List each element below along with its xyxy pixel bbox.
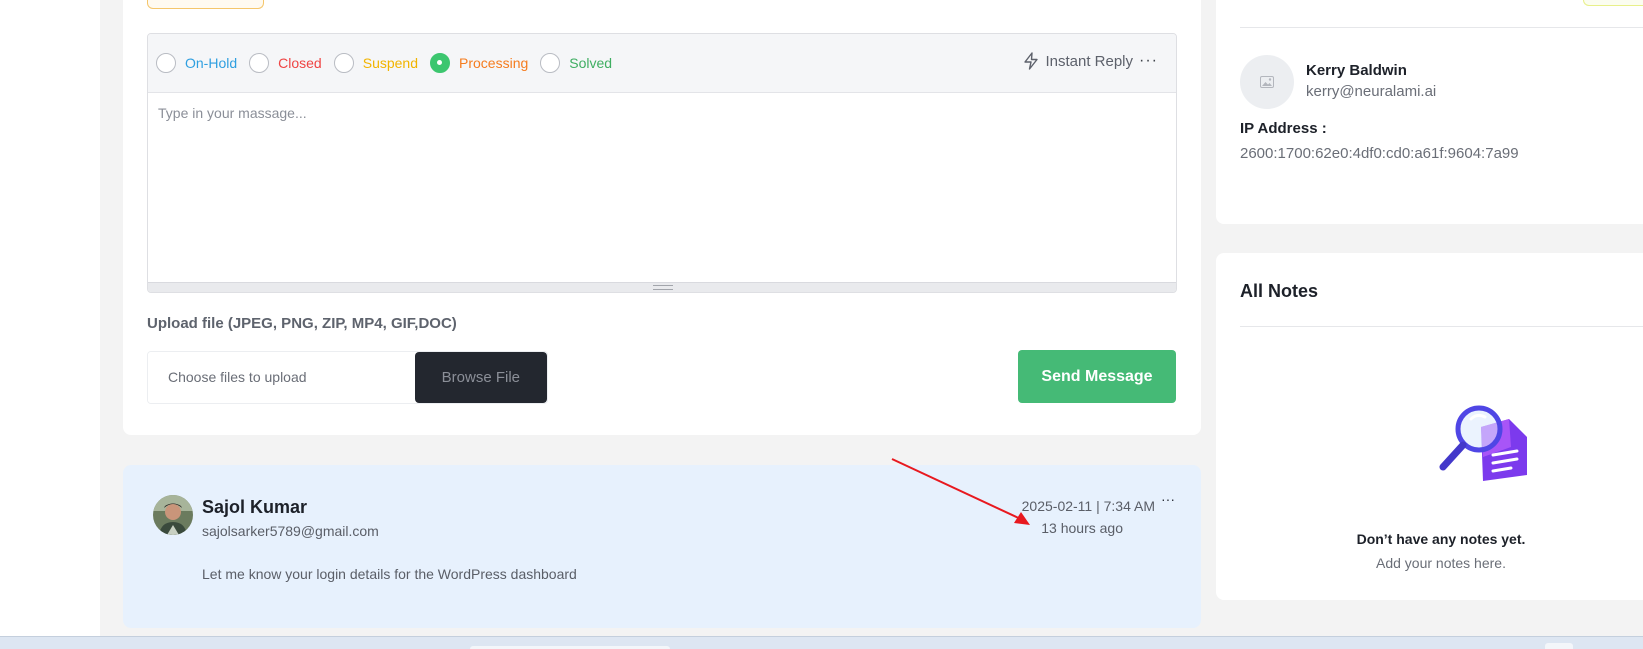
customer-email: kerry@neuralami.ai [1306, 83, 1437, 100]
status-option-closed[interactable]: Closed [249, 53, 322, 73]
status-option-solved[interactable]: Solved [540, 53, 612, 73]
comment-author-email: sajolsarker5789@gmail.com [202, 523, 379, 539]
radio-solved[interactable] [540, 53, 561, 73]
status-option-on-hold[interactable]: On-Hold [156, 53, 237, 73]
comment-relative-time: 13 hours ago [1041, 520, 1123, 536]
instant-reply-button[interactable]: Instant Reply ··· [1023, 52, 1158, 70]
status-label-closed: Closed [278, 55, 322, 71]
taskbar [0, 636, 1643, 649]
more-dots-icon[interactable]: ··· [1139, 52, 1158, 70]
comment-more-dots-icon[interactable]: ··· [1161, 491, 1175, 507]
file-upload[interactable]: Choose files to upload Browse File [147, 351, 548, 404]
status-option-processing[interactable]: Processing [430, 53, 528, 73]
customer-avatar [1240, 55, 1294, 109]
status-label-suspend: Suspend [362, 55, 419, 71]
message-textarea[interactable]: Type in your massage... [148, 93, 1176, 283]
radio-closed[interactable] [249, 53, 270, 73]
radio-suspend[interactable] [333, 53, 354, 73]
choose-files-field[interactable]: Choose files to upload [148, 352, 415, 403]
status-label-on-hold: On-Hold [185, 55, 238, 71]
red-arrow-annotation [891, 458, 1030, 525]
radio-processing[interactable] [430, 53, 451, 73]
comment-text: Let me know your login details for the W… [202, 566, 577, 582]
radio-on-hold[interactable] [156, 53, 176, 73]
ip-address-label: IP Address : [1240, 120, 1327, 137]
customer-name: Kerry Baldwin [1306, 62, 1407, 79]
divider [1240, 326, 1643, 327]
resize-handle[interactable] [148, 282, 1176, 292]
lightning-icon [1024, 52, 1039, 70]
left-gutter [0, 0, 100, 636]
upload-title: Upload file (JPEG, PNG, ZIP, MP4, GIF,DO… [147, 315, 457, 332]
avatar-photo [153, 495, 193, 535]
top-button-stub[interactable] [147, 0, 264, 9]
status-label-solved: Solved [569, 55, 613, 71]
top-right-button-stub[interactable] [1583, 0, 1643, 6]
message-placeholder: Type in your massage... [158, 105, 307, 121]
notes-title: All Notes [1240, 281, 1319, 301]
magnifier-document-icon [1439, 405, 1527, 481]
status-label-processing: Processing [459, 55, 529, 71]
ip-address-value: 2600:1700:62e0:4df0:cd0:a61f:9604:7a99 [1240, 145, 1519, 162]
avatar [153, 495, 193, 535]
status-bar: On-Hold Closed Suspend Processing Solved… [148, 34, 1176, 93]
notes-card: All Notes Don’t have any notes yet. Add … [1216, 253, 1643, 600]
reply-editor: On-Hold Closed Suspend Processing Solved… [147, 33, 1177, 293]
taskbar-item[interactable] [1545, 643, 1573, 649]
resize-grip-icon [653, 285, 673, 290]
comment-author-name: Sajol Kumar [202, 497, 308, 517]
image-icon [1260, 76, 1274, 88]
notes-empty-title: Don’t have any notes yet. [1356, 531, 1526, 547]
status-option-suspend[interactable]: Suspend [333, 53, 419, 73]
comment-date: 2025-02-11 | 7:34 AM [1021, 498, 1155, 514]
divider [1240, 27, 1643, 28]
instant-reply-label: Instant Reply [1045, 52, 1134, 70]
customer-info-card: Kerry Baldwin kerry@neuralami.ai IP Addr… [1216, 0, 1643, 224]
notes-empty-subtitle: Add your notes here. [1376, 555, 1506, 571]
browse-file-button[interactable]: Browse File [414, 352, 547, 403]
send-message-button[interactable]: Send Message [1018, 350, 1176, 403]
